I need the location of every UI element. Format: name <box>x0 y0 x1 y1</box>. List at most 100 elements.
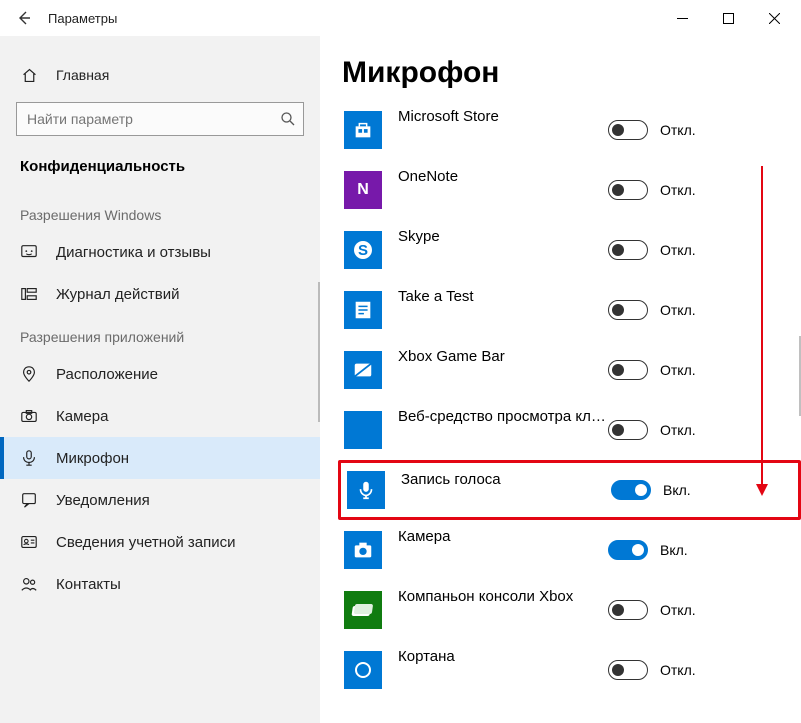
app-row: S Skype Откл. <box>344 220 801 280</box>
app-permission-toggle[interactable] <box>608 540 648 560</box>
search-icon <box>280 111 296 127</box>
sidebar-item-account-info[interactable]: Сведения учетной записи <box>0 521 320 563</box>
feedback-icon <box>20 243 38 261</box>
section-title: Конфиденциальность <box>0 150 320 193</box>
history-icon <box>20 285 38 303</box>
toggle-block: Вкл. <box>611 480 711 500</box>
app-row: Microsoft StoreОткл. <box>344 100 801 160</box>
sidebar-item-notifications[interactable]: Уведомления <box>0 479 320 521</box>
app-name-label: Skype <box>398 228 608 245</box>
app-permission-toggle[interactable] <box>608 420 648 440</box>
camera-icon <box>20 407 38 425</box>
skype-icon: S <box>344 231 382 269</box>
toggle-state-label: Откл. <box>660 662 696 678</box>
content-pane: Микрофон Microsoft StoreОткл.NOneNoteОтк… <box>320 36 801 723</box>
notifications-icon <box>20 491 38 509</box>
back-button[interactable] <box>4 0 44 36</box>
app-row: Xbox Game Bar Откл. <box>344 340 801 400</box>
sidebar-item-label: Диагностика и отзывы <box>56 244 211 261</box>
sidebar: Главная Конфиденциальность Разрешения Wi… <box>0 36 320 723</box>
sidebar-item-activity-history[interactable]: Журнал действий <box>0 273 320 315</box>
sidebar-item-label: Камера <box>56 408 108 425</box>
home-icon <box>20 66 38 84</box>
toggle-state-label: Откл. <box>660 602 696 618</box>
xbox-icon <box>344 351 382 389</box>
toggle-block: Откл. <box>608 180 708 200</box>
titlebar: Параметры <box>0 0 801 36</box>
account-icon <box>20 533 38 551</box>
toggle-block: Вкл. <box>608 540 708 560</box>
toggle-state-label: Откл. <box>660 302 696 318</box>
app-permission-toggle[interactable] <box>608 600 648 620</box>
nav-home-label: Главная <box>56 67 109 83</box>
sidebar-item-label: Микрофон <box>56 450 129 467</box>
sidebar-item-label: Сведения учетной записи <box>56 534 236 551</box>
minimize-icon <box>677 13 688 24</box>
toggle-block: Откл. <box>608 600 708 620</box>
toggle-state-label: Откл. <box>660 422 696 438</box>
app-name-label: Запись голоса <box>401 471 611 488</box>
test-icon <box>344 291 382 329</box>
close-icon <box>769 13 780 24</box>
app-name-label: Компаньон консоли Xbox <box>398 588 608 605</box>
toggle-block: Откл. <box>608 120 708 140</box>
store-icon <box>344 111 382 149</box>
sidebar-item-label: Журнал действий <box>56 286 179 303</box>
app-row: КамераВкл. <box>344 520 801 580</box>
app-permission-toggle[interactable] <box>608 240 648 260</box>
app-permission-toggle[interactable] <box>608 180 648 200</box>
svg-text:S: S <box>358 242 368 259</box>
app-row: NOneNoteОткл. <box>344 160 801 220</box>
contacts-icon <box>20 575 38 593</box>
toggle-block: Откл. <box>608 300 708 320</box>
app-permission-toggle[interactable] <box>608 300 648 320</box>
toggle-block: Откл. <box>608 360 708 380</box>
app-permission-toggle[interactable] <box>608 120 648 140</box>
toggle-block: Откл. <box>608 660 708 680</box>
sidebar-item-label: Контакты <box>56 576 121 593</box>
toggle-state-label: Откл. <box>660 182 696 198</box>
sidebar-item-camera[interactable]: Камера <box>0 395 320 437</box>
search-input[interactable] <box>16 102 304 136</box>
toggle-state-label: Откл. <box>660 362 696 378</box>
sidebar-item-label: Уведомления <box>56 492 150 509</box>
app-name-label: Microsoft Store <box>398 108 608 125</box>
nav-home[interactable]: Главная <box>0 56 320 94</box>
blank-icon <box>344 411 382 449</box>
app-name-label: Камера <box>398 528 608 545</box>
maximize-icon <box>723 13 734 24</box>
app-permission-toggle[interactable] <box>608 660 648 680</box>
toggle-state-label: Откл. <box>660 242 696 258</box>
maximize-button[interactable] <box>705 0 751 36</box>
app-permission-toggle[interactable] <box>611 480 651 500</box>
app-row: Компаньон консоли Xbox Откл. <box>344 580 801 640</box>
annotation-arrow <box>761 166 763 486</box>
app-row: Запись голоса Вкл. <box>338 460 801 520</box>
toggle-block: Откл. <box>608 240 708 260</box>
microphone-icon <box>20 449 38 467</box>
app-name-label: Кортана <box>398 648 608 665</box>
sidebar-item-contacts[interactable]: Контакты <box>0 563 320 605</box>
app-name-label: Xbox Game Bar <box>398 348 608 365</box>
cortana-icon <box>344 651 382 689</box>
minimize-button[interactable] <box>659 0 705 36</box>
xboxcomp-icon <box>344 591 382 629</box>
sidebar-item-microphone[interactable]: Микрофон <box>0 437 320 479</box>
sidebar-item-diagnostics[interactable]: Диагностика и отзывы <box>0 231 320 273</box>
search-wrap <box>16 102 304 136</box>
app-row: Take a Test Откл. <box>344 280 801 340</box>
arrow-left-icon <box>16 10 32 26</box>
toggle-block: Откл. <box>608 420 708 440</box>
sidebar-item-location[interactable]: Расположение <box>0 353 320 395</box>
location-icon <box>20 365 38 383</box>
app-row: Кортана Откл. <box>344 640 801 700</box>
app-row: Веб-средство просмотра класси... Откл. <box>344 400 801 460</box>
app-name-label: Take a Test <box>398 288 608 305</box>
close-button[interactable] <box>751 0 797 36</box>
app-permission-toggle[interactable] <box>608 360 648 380</box>
camera-icon <box>344 531 382 569</box>
onenote-icon: N <box>344 171 382 209</box>
app-name-label: Веб-средство просмотра класси... <box>398 408 608 425</box>
window-title: Параметры <box>48 11 117 26</box>
toggle-state-label: Вкл. <box>663 482 691 498</box>
